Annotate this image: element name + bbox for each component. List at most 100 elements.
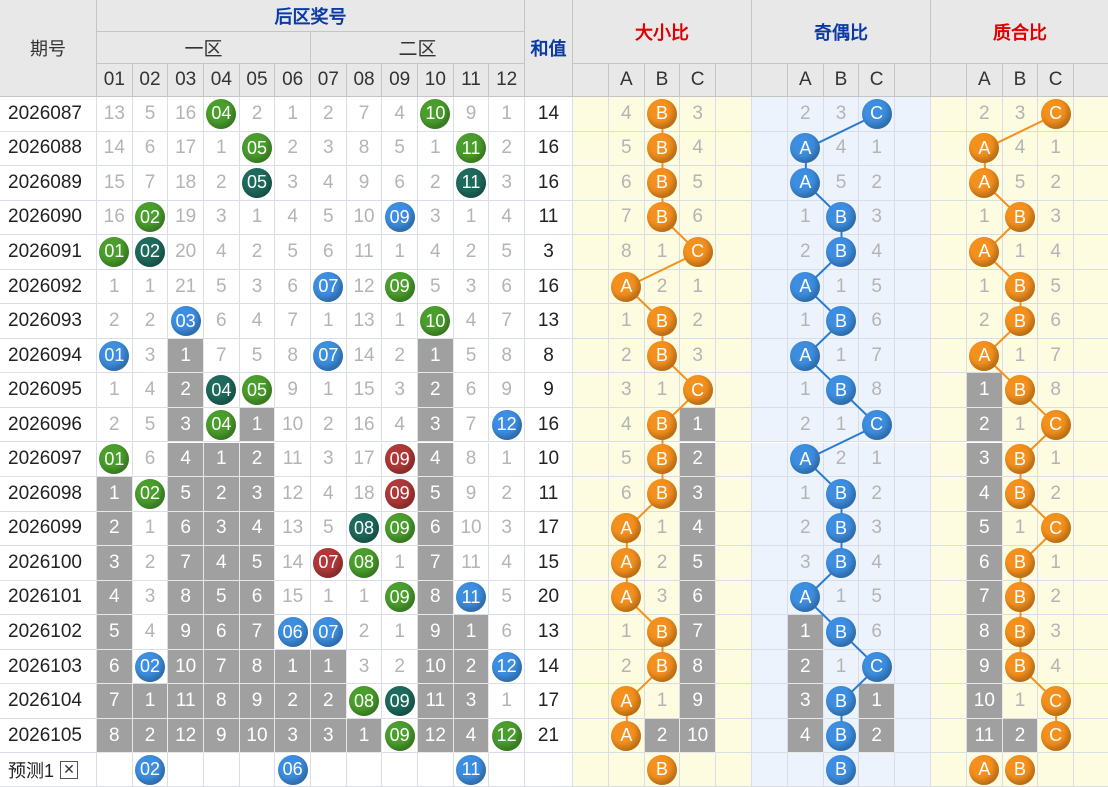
number-ball: 10	[420, 306, 451, 337]
omission-cell: 10	[239, 718, 276, 754]
number-cell: 3	[489, 511, 526, 547]
number-cell: 1	[275, 97, 311, 132]
pad-cell	[573, 200, 609, 236]
dx-cell: B	[644, 200, 681, 236]
pad-cell	[931, 546, 967, 581]
number-cell: 5	[132, 97, 169, 132]
omission-cell: 3	[275, 718, 311, 754]
omission-cell: 4	[97, 580, 133, 616]
sum-cell: 11	[525, 200, 573, 236]
number-ball: 08	[349, 513, 380, 544]
sum-cell: 17	[525, 684, 573, 719]
number-ball: 06	[277, 617, 308, 648]
number-ball: 09	[384, 444, 415, 475]
number-cell: 1	[382, 615, 419, 650]
pad-cell	[931, 166, 967, 201]
number-cell: 13	[97, 97, 133, 132]
dx-cell: 3	[644, 580, 681, 616]
dx-cell: 3	[680, 338, 716, 374]
pad-cell	[895, 580, 931, 616]
dx-cell: 6	[609, 477, 645, 512]
period-cell: 2026104	[0, 684, 97, 719]
number-cell: 1	[382, 304, 419, 339]
number-cell: 1	[311, 304, 347, 339]
jo-cell: 2	[859, 166, 895, 201]
number-cell: 17	[346, 442, 383, 478]
pad-cell	[895, 511, 931, 547]
jo-omission: 2	[788, 649, 824, 685]
omission-cell: 8	[418, 580, 454, 616]
number-cell: 15	[346, 373, 383, 408]
jo-ball: B	[825, 375, 856, 406]
prediction-cell	[382, 753, 419, 787]
header-zone1: 一区	[97, 32, 312, 64]
pad-cell	[895, 753, 931, 787]
pad-cell	[573, 615, 609, 650]
zh-cell: 2	[1038, 477, 1074, 512]
prediction-jo-ball: B	[825, 754, 856, 785]
number-cell: 7	[132, 166, 169, 201]
zh-cell: A	[967, 166, 1003, 201]
number-cell: 06	[275, 615, 311, 650]
period-cell: 2026101	[0, 580, 97, 616]
number-cell: 5	[275, 235, 311, 270]
zh-cell: B	[1002, 546, 1039, 581]
jo-cell: 3	[859, 200, 895, 236]
jo-cell: A	[788, 131, 824, 167]
number-ball: 05	[242, 133, 272, 164]
zh-cell: 4	[1038, 649, 1074, 685]
dx-cell: 3	[680, 97, 716, 132]
pad-cell	[931, 615, 967, 650]
period-cell: 2026089	[0, 166, 97, 201]
number-cell: 8	[453, 442, 490, 478]
number-cell: 7	[275, 304, 311, 339]
prediction-ball: 11	[456, 754, 487, 785]
zh-cell: 2	[1038, 580, 1074, 616]
header-dx: 大小比	[573, 0, 752, 64]
pad-cell	[752, 407, 788, 443]
close-icon[interactable]: ✕	[60, 760, 79, 779]
omission-cell: 4	[239, 511, 276, 547]
number-cell: 1	[382, 235, 419, 270]
period-cell: 2026090	[0, 200, 97, 236]
pad-cell	[752, 649, 788, 685]
pad-cell	[931, 442, 967, 478]
zh-cell: 4	[1038, 235, 1074, 270]
number-cell: 4	[204, 235, 240, 270]
jo-ball: B	[825, 478, 856, 509]
dx-ball: A	[611, 271, 642, 302]
pad-cell	[1074, 546, 1108, 581]
number-ball: 07	[313, 547, 344, 578]
number-cell: 08	[346, 511, 383, 547]
pad-cell	[716, 200, 752, 236]
abc-col-header: B	[823, 64, 860, 97]
zh-ball: B	[1004, 617, 1035, 648]
pad-cell	[573, 304, 609, 339]
omission-cell: 2	[418, 373, 454, 408]
number-cell: 2	[311, 407, 347, 443]
dx-cell: 4	[609, 97, 645, 132]
number-ball: 01	[99, 236, 130, 267]
period-cell: 2026093	[0, 304, 97, 339]
zh-cell: 1	[1002, 407, 1039, 443]
omission-cell: 2	[239, 442, 276, 478]
jo-cell: A	[788, 580, 824, 616]
zh-cell: C	[1038, 684, 1074, 719]
pad-cell	[716, 477, 752, 512]
omission-cell: 8	[97, 718, 133, 754]
number-cell: 2	[346, 615, 383, 650]
pad-cell	[573, 649, 609, 685]
omission-cell: 4	[204, 546, 240, 581]
number-cell: 3	[132, 580, 169, 616]
jo-cell: 1	[823, 269, 860, 305]
prediction-jo-cell	[788, 753, 824, 787]
dx-cell: 1	[644, 373, 681, 408]
pad-cell	[716, 684, 752, 719]
dx-omission: 2	[680, 442, 716, 478]
number-cell: 07	[311, 269, 347, 305]
abc-col-header: C	[1038, 64, 1074, 97]
omission-cell: 6	[418, 511, 454, 547]
omission-cell: 6	[168, 511, 204, 547]
prediction-dx-cell	[680, 753, 716, 787]
omission-cell: 1	[453, 615, 490, 650]
